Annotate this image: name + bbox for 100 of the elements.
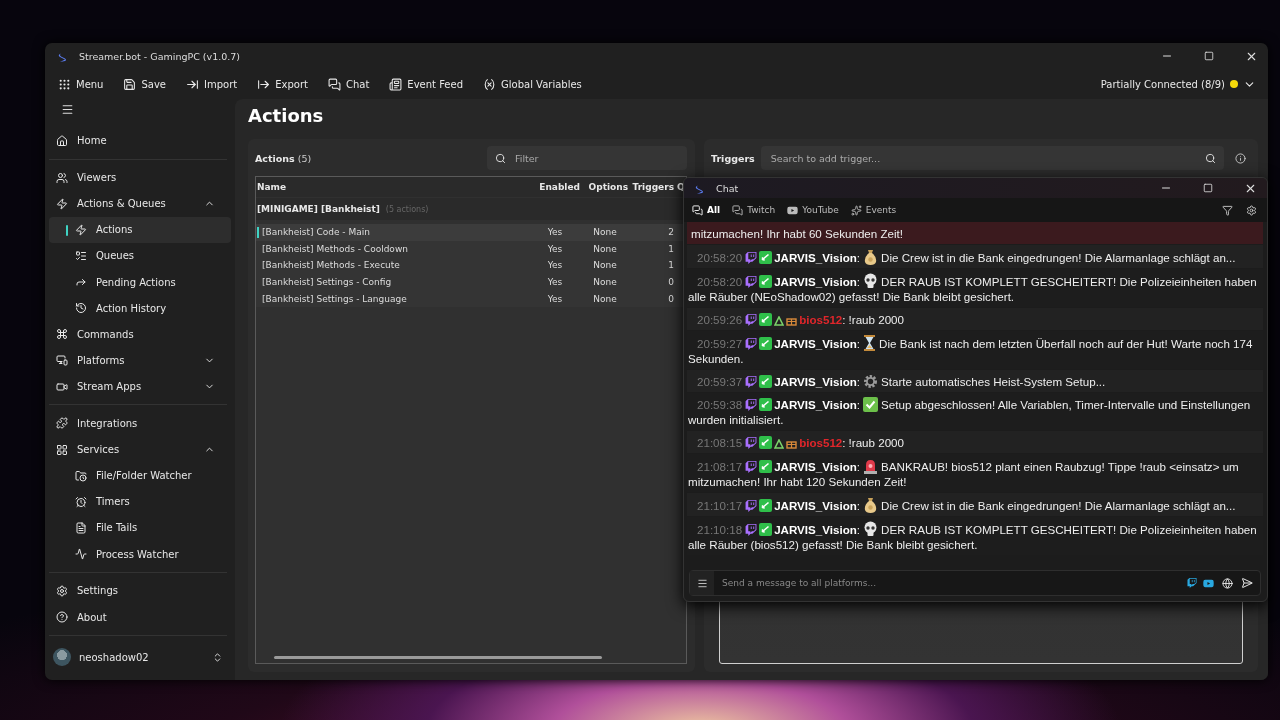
table-cell-text: None [592,277,618,288]
table-cell-text: [Bankheist] Settings - Config [262,277,393,288]
twitch-badge-icon [745,436,758,449]
table-cell-text: 1 [667,260,674,271]
trigger-search-box[interactable]: Search to add trigger... [760,146,1224,170]
toolbar-button[interactable]: Global Variables [476,72,589,96]
message-field[interactable]: Send a message to all platforms... [714,571,1187,595]
triangle-badge-icon [774,315,785,326]
verified-badge-icon [759,522,773,536]
sidebar-item[interactable]: Action History [49,295,231,322]
twitch-badge-icon [745,313,758,326]
column-header[interactable]: Triggers [630,182,674,192]
window-title: Chat [716,182,740,194]
variable-icon [483,77,496,91]
table-cell-text: 2 [667,227,674,238]
twitch-badge-icon [745,460,758,473]
gift-badge-icon [786,438,798,449]
twitch-badge-icon [745,251,758,264]
command-icon [56,328,68,341]
action-row[interactable]: [Bankheist] Methods - Cooldown Yes None 1 [256,240,686,258]
twitch-badge-icon [745,499,758,512]
filter-box[interactable]: Filter [487,146,687,170]
chat-message: 20:58:20 JARVIS_Vision: Die Crew ist in die Bank eingedrungen! Die Alarmanlage schlägt an... [687,245,1263,268]
verified-badge-icon [759,312,773,326]
toolbar-button[interactable]: Chat [320,72,377,96]
maximize-icon [1203,183,1213,193]
sidebar-item[interactable]: Timers [49,488,231,515]
column-header[interactable]: Name [256,182,528,192]
toolbar-button[interactable]: Export [250,72,315,96]
sidebar-item[interactable]: File/Folder Watcher [49,462,231,489]
sidebar-item[interactable]: Pending Actions [49,268,231,296]
connection-status-button[interactable]: Partially Connected (8/9) [1096,73,1260,95]
sidebar-item[interactable]: File Tails [49,514,231,541]
twitch-badge-icon [745,275,758,288]
action-row[interactable]: [Bankheist] Settings - Language Yes None 0 [256,290,686,307]
grip-icon [58,77,71,91]
verified-badge-icon [759,459,773,473]
chat-tab[interactable]: YouTube [785,201,845,219]
sidebar-item[interactable]: Viewers [49,164,231,191]
page-title: Actions [248,104,325,128]
skull-icon [863,272,879,289]
activity-icon [75,548,87,561]
action-row[interactable]: [Bankheist] Settings - Config Yes None 0 [256,273,686,291]
sidebar-item[interactable]: Home [49,127,231,154]
users-icon [56,171,68,184]
chat-message: 21:10:17 JARVIS_Vision: Die Crew ist in die Bank eingedrungen! Die Alarmanlage schlägt an... [687,493,1263,516]
column-header[interactable]: Options [582,182,628,192]
table-cell-text: [Bankheist] Settings - Language [262,293,408,304]
menu-icon [60,103,74,117]
sidebar-item[interactable]: Commands [49,321,231,348]
table-cell-text: None [592,243,618,254]
twitch-badge-icon [745,337,758,350]
table-cell-text: [Bankheist] Methods - Execute [262,260,401,271]
chat-message: mitzumachen! Ihr habt 60 Sekunden Zeit! [687,222,1263,244]
sidebar-item[interactable]: Actions [49,216,231,243]
money-bag-icon [863,496,879,513]
toolbar-button[interactable]: Import [179,72,245,96]
trigger-search-field[interactable]: Search to add trigger... [768,151,1198,165]
action-row[interactable]: [Bankheist] Methods - Execute Yes None 1 [256,257,686,274]
settings-icon [1245,204,1257,216]
avatar [53,648,71,667]
grid-icon [56,443,68,456]
sidebar-item[interactable]: About [49,603,231,631]
send-icon [1241,577,1253,589]
play-icon [787,204,799,216]
lightning-icon [56,197,68,210]
filter-field[interactable]: Filter [513,151,679,165]
table-cell-text: [Bankheist] Methods - Cooldown [262,243,409,254]
toolbar-button[interactable]: Menu [51,72,111,96]
gear-icon [863,373,879,389]
chat-tab[interactable]: Twitch [730,201,782,219]
chat-bubbles-icon [327,77,341,91]
column-header[interactable]: Enabled [530,182,580,192]
sidebar-item[interactable]: Process Watcher [49,540,231,568]
up-down-icon [212,651,223,663]
twitch-badge-icon [745,375,758,388]
sidebar-item[interactable]: Settings [49,577,231,604]
chat-bubbles-icon [692,204,703,216]
action-row[interactable]: [Bankheist] Code - Main Yes None 2 [256,224,686,241]
sidebar-item[interactable]: Integrations [49,410,231,437]
folder-clock-icon [75,469,87,482]
horizontal-scrollbar[interactable] [274,656,602,659]
sidebar-item[interactable]: Stream Apps [49,373,231,400]
message-box[interactable]: Send a message to all platforms... [689,570,1261,596]
file-icon [75,521,87,534]
user-menu-button[interactable]: neoshadow02 [49,640,231,675]
sidebar-item[interactable]: Actions & Queues [49,190,231,217]
verified-badge-icon [759,397,773,411]
globe-icon [1222,577,1233,589]
chat-tab[interactable]: All [690,201,727,219]
table-cell-text: Yes [546,277,564,288]
toolbar-button[interactable]: Save [116,72,173,96]
sidebar-item[interactable]: Services [49,436,231,463]
toolbar-button[interactable]: Event Feed [382,72,470,96]
sidebar-item[interactable]: Queues [49,242,231,269]
chat-tab[interactable]: Events [848,201,903,219]
sidebar-item[interactable]: Platforms [49,347,231,374]
import-icon [186,77,199,91]
checkmark-icon [863,396,879,412]
table-cell-text: [Bankheist] Code - Main [262,227,371,238]
